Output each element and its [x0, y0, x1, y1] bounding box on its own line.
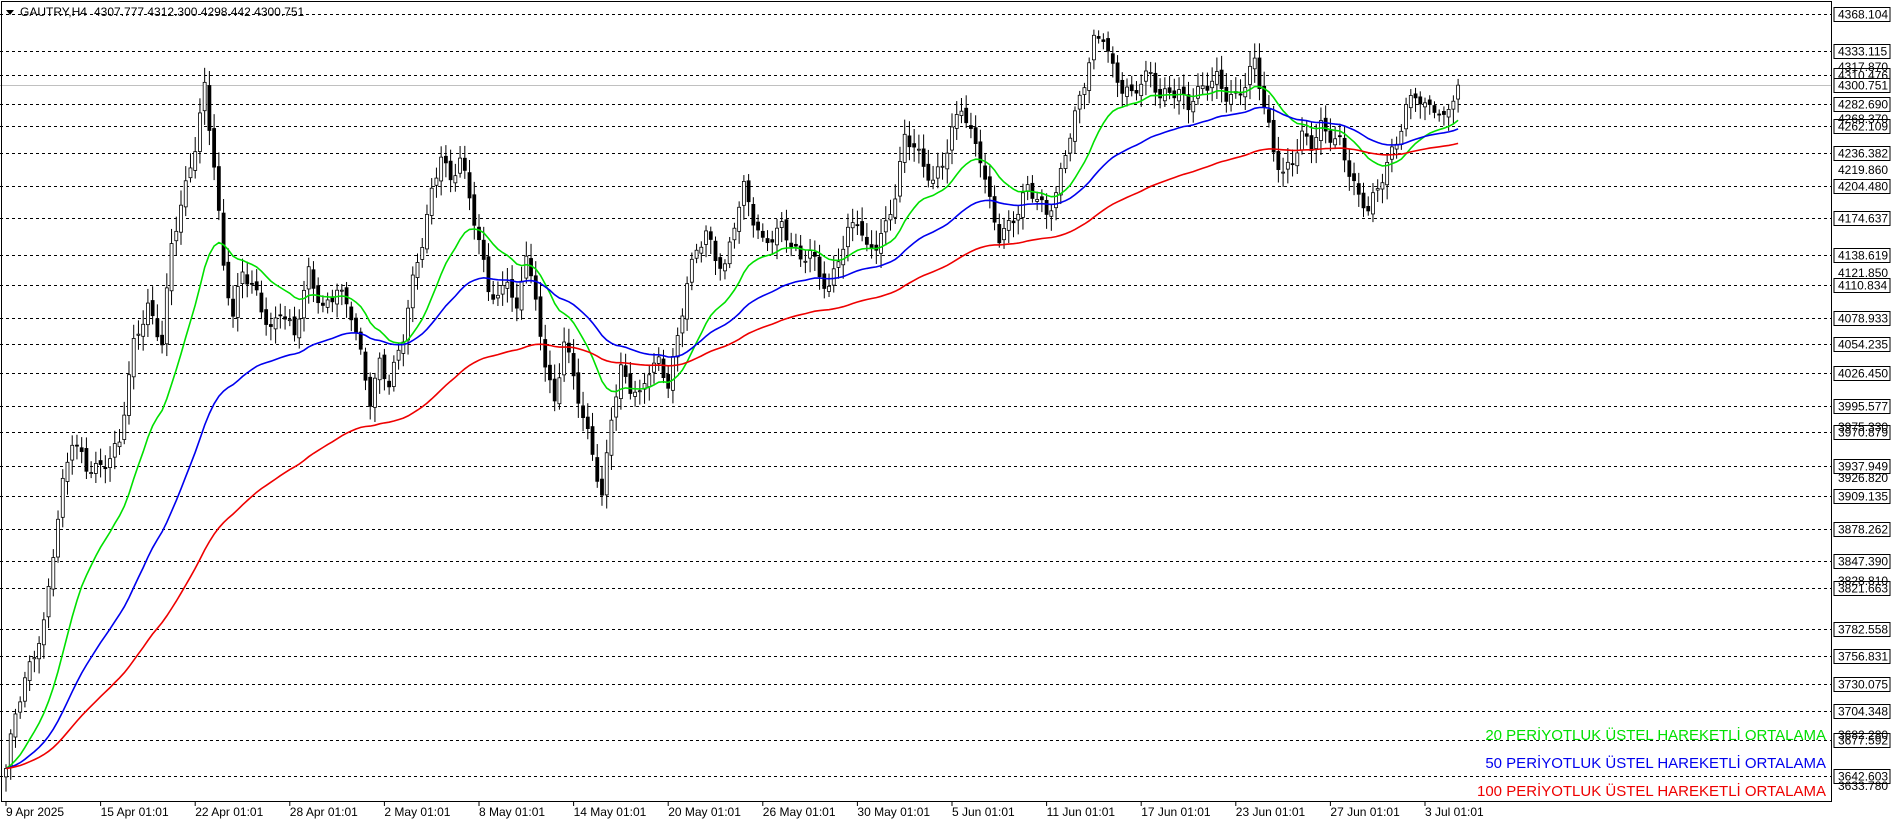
price-tick-label: 3756.831 [1838, 650, 1888, 664]
price-tick-label: 4333.115 [1838, 45, 1887, 59]
legend-entry-ema-50: 50 PERİYOTLUK ÜSTEL HAREKETLİ ORTALAMA [1485, 754, 1826, 772]
price-tick-label-minor: 3682.280 [1838, 728, 1888, 742]
time-tick-label: 28 Apr 01:01 [290, 805, 358, 819]
price-tick-label: 3847.390 [1838, 555, 1888, 569]
price-tick-label: 4282.690 [1838, 98, 1888, 112]
time-tick-label: 14 May 01:01 [574, 805, 647, 819]
time-tick-label: 17 Jun 01:01 [1141, 805, 1211, 819]
candle [727, 236, 732, 269]
price-tick-label-minor: 4268.370 [1838, 112, 1888, 126]
ohlc-values: 4307.777 4312.300 4298.442 4300.751 [94, 5, 305, 19]
time-tick-label: 30 May 01:01 [857, 805, 930, 819]
legend: 20 PERİYOTLUK ÜSTEL HAREKETLİ ORTALAMA 50… [1477, 726, 1826, 800]
price-tick-label: 3704.348 [1838, 705, 1888, 719]
price-tick-label: 4078.933 [1838, 312, 1888, 326]
price-tick-label: 4300.751 [1838, 79, 1888, 93]
price-tick-label: 4368.104 [1838, 8, 1888, 22]
time-tick-label: 9 Apr 2025 [6, 805, 64, 819]
legend-entry-ema-20: 20 PERİYOTLUK ÜSTEL HAREKETLİ ORTALAMA [1485, 726, 1826, 744]
price-tick-label-minor: 4219.860 [1838, 163, 1888, 177]
time-tick-label: 15 Apr 01:01 [101, 805, 169, 819]
time-tick-label: 26 May 01:01 [763, 805, 836, 819]
price-tick-label: 3909.135 [1838, 490, 1888, 504]
time-tick-label: 2 May 01:01 [384, 805, 450, 819]
price-tick-label: 3995.577 [1838, 400, 1888, 414]
time-tick-label: 5 Jun 01:01 [952, 805, 1015, 819]
time-tick-label: 22 Apr 01:01 [195, 805, 263, 819]
price-tick-label-minor: 3633.780 [1838, 779, 1888, 793]
price-tick-label-minor: 3926.820 [1838, 471, 1888, 485]
price-tick-label: 4204.480 [1838, 180, 1888, 194]
time-tick-label: 23 Jun 01:01 [1236, 805, 1306, 819]
price-tick-label-minor: 3975.330 [1838, 420, 1888, 434]
price-tick-label: 3782.558 [1838, 623, 1888, 637]
price-tick-label-minor: 4317.870 [1838, 60, 1888, 74]
time-tick-label: 11 Jun 01:01 [1047, 805, 1116, 819]
price-tick-label: 4236.382 [1838, 147, 1888, 161]
symbol-label: GAUTRY,H4 [20, 5, 87, 19]
time-tick-label: 8 May 01:01 [479, 805, 545, 819]
price-tick-label: 4054.235 [1838, 338, 1888, 352]
price-chart[interactable]: 4368.1044333.1154310.4764300.7514282.690… [0, 0, 1896, 820]
price-tick-label: 4138.619 [1838, 249, 1888, 263]
chart-header: GAUTRY,H4 4307.777 4312.300 4298.442 430… [6, 5, 305, 19]
price-tick-label: 4110.834 [1838, 279, 1887, 293]
legend-entry-ema-100: 100 PERİYOTLUK ÜSTEL HAREKETLİ ORTALAMA [1477, 782, 1826, 800]
price-tick-label-minor: 4121.850 [1838, 266, 1888, 280]
price-tick-label: 3730.075 [1838, 678, 1888, 692]
chart-background [0, 0, 1896, 820]
price-tick-label: 3878.262 [1838, 523, 1888, 537]
time-tick-label: 20 May 01:01 [668, 805, 741, 819]
price-tick-label: 4026.450 [1838, 367, 1888, 381]
time-tick-label: 27 Jun 01:01 [1330, 805, 1400, 819]
price-tick-label-minor: 3828.810 [1838, 574, 1888, 588]
time-tick-label: 3 Jul 01:01 [1425, 805, 1484, 819]
price-tick-label: 4174.637 [1838, 212, 1888, 226]
